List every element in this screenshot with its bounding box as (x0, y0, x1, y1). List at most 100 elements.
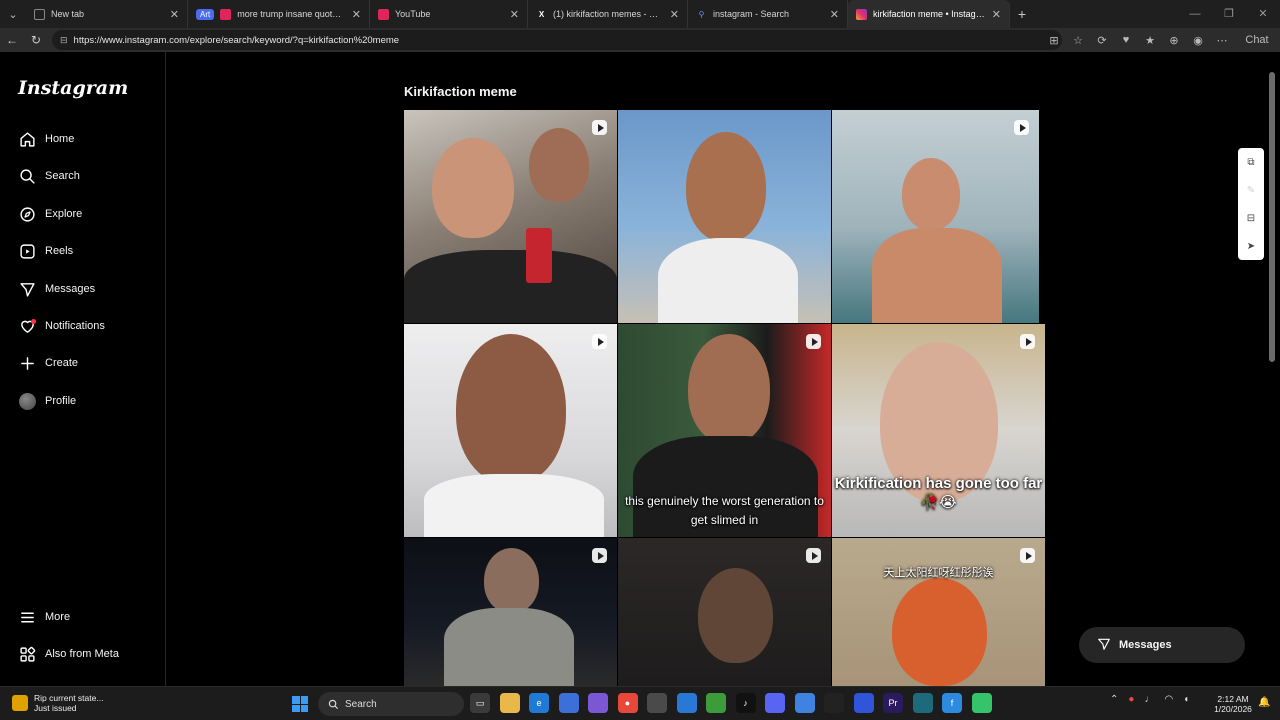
sidebar-item-label: Also from Meta (45, 648, 119, 660)
refresh-icon[interactable]: ↻ (24, 33, 48, 47)
copy-icon[interactable]: ⧉ (1247, 157, 1254, 168)
compass-icon (18, 205, 36, 223)
notes-icon[interactable] (647, 693, 667, 713)
url-field[interactable]: ⊟ https://www.instagram.com/explore/sear… (52, 30, 1062, 50)
sidebar-item-reels[interactable]: Reels (18, 239, 73, 263)
volume-icon[interactable]: ◖ (1183, 694, 1189, 705)
split-screen-icon[interactable]: ⊞ (1042, 34, 1066, 47)
post-tile[interactable] (832, 110, 1039, 323)
browser-essentials-icon[interactable]: ♥ (1114, 34, 1138, 46)
minecraft-icon[interactable] (706, 693, 726, 713)
app-icon[interactable] (971, 693, 992, 713)
sidebar-item-messages[interactable]: Messages (18, 277, 95, 301)
tab-youtube[interactable]: YouTube ✕ (370, 0, 528, 28)
close-tab-icon[interactable]: ✕ (510, 8, 519, 21)
copilot-chat-button[interactable]: Chat (1234, 34, 1280, 46)
tab-instagram-search[interactable]: ⚲ instagram - Search ✕ (688, 0, 848, 28)
sidebar-item-profile[interactable]: Profile (18, 389, 76, 413)
person-figure (432, 138, 514, 238)
tab-x-search[interactable]: X (1) kirkifaction memes - Search / X ✕ (528, 0, 688, 28)
sidebar-item-home[interactable]: Home (18, 127, 74, 151)
post-tile[interactable]: this genuinely the worst generation to g… (618, 324, 831, 537)
extensions-icon[interactable]: ⟳ (1090, 34, 1114, 47)
post-tile[interactable] (618, 110, 831, 323)
notification-bell-icon[interactable]: 🔔 (1258, 697, 1270, 708)
tab-new-tab[interactable]: New tab ✕ (26, 0, 188, 28)
microphone-icon[interactable]: ♩ (1144, 694, 1154, 705)
apps-grid-icon (18, 645, 36, 663)
start-button[interactable] (292, 696, 308, 712)
system-clock[interactable]: 2:12 AM 1/20/2026 (1212, 694, 1254, 714)
close-tab-icon[interactable]: ✕ (170, 8, 179, 21)
favorites-icon[interactable]: ★ (1138, 34, 1162, 47)
app-icon[interactable] (794, 693, 815, 713)
send-icon[interactable]: ➤ (1247, 241, 1255, 252)
sidebar-item-notifications[interactable]: Notifications (18, 314, 105, 338)
close-window-icon[interactable]: ✕ (1246, 0, 1280, 28)
close-tab-icon[interactable]: ✕ (830, 8, 839, 21)
close-tab-icon[interactable]: ✕ (670, 8, 679, 21)
messages-pill-button[interactable]: Messages (1079, 627, 1245, 663)
restore-icon[interactable]: ❐ (1212, 0, 1246, 28)
sidebar-item-also-from-meta[interactable]: Also from Meta (18, 642, 119, 666)
scrollbar-thumb[interactable] (1269, 72, 1275, 362)
avatar (18, 392, 36, 410)
post-tile[interactable] (618, 538, 831, 686)
instagram-logo[interactable]: Instagram (18, 77, 128, 99)
page-scrollbar[interactable] (1268, 56, 1276, 684)
taskbar-search[interactable]: Search (318, 692, 464, 716)
profile-avatar-icon[interactable]: ◉ (1186, 34, 1210, 47)
post-tile[interactable] (404, 538, 617, 686)
new-tab-button[interactable]: + (1010, 6, 1034, 22)
more-options-icon[interactable]: ⋯ (1210, 34, 1234, 47)
post-tile[interactable]: 天上太阳红呀红彤彤诶 (832, 538, 1045, 686)
chrome-icon[interactable]: ● (617, 693, 638, 713)
sidebar-item-create[interactable]: Create (18, 351, 78, 375)
app-icon[interactable]: f (942, 693, 962, 713)
wifi-icon[interactable]: ◠ (1164, 694, 1173, 705)
person-figure (456, 334, 566, 484)
premiere-icon[interactable]: Pr (883, 693, 903, 713)
tab-trump-quotes[interactable]: Art more trump insane quotes out of ✕ (188, 0, 370, 28)
chevron-up-icon[interactable]: ⌃ (1110, 694, 1118, 705)
person-figure (688, 334, 770, 444)
post-tile[interactable]: Kirkification has gone too far 🥀😭 (832, 324, 1045, 537)
search-icon: ⚲ (698, 9, 705, 19)
store-icon[interactable] (558, 693, 579, 713)
minimize-icon[interactable]: — (1178, 0, 1212, 28)
hamburger-menu-icon (18, 608, 36, 626)
messages-icon (1097, 637, 1111, 654)
tiktok-icon[interactable]: ♪ (735, 693, 756, 713)
close-tab-icon[interactable]: ✕ (992, 8, 1001, 21)
file-explorer-icon[interactable] (499, 693, 520, 713)
app-icon[interactable] (912, 693, 933, 713)
capcut-icon[interactable] (824, 693, 844, 713)
copilot-icon[interactable] (588, 693, 608, 713)
site-info-icon[interactable]: ⊟ (60, 35, 68, 46)
sidebar-item-more[interactable]: More (18, 605, 70, 629)
plus-icon (18, 354, 36, 372)
sidebar-item-explore[interactable]: Explore (18, 202, 82, 226)
edit-icon[interactable]: ✎ (1247, 185, 1255, 196)
weather-news-widget[interactable]: Rip current state... Just issued (12, 693, 103, 713)
tray-app-icon[interactable]: ● (1128, 694, 1134, 705)
translate-icon[interactable]: ⊟ (1247, 213, 1255, 224)
reel-icon (592, 120, 607, 135)
close-tab-icon[interactable]: ✕ (352, 8, 361, 21)
collections-icon[interactable]: ⊕ (1162, 34, 1186, 47)
back-icon[interactable]: ← (0, 33, 24, 47)
post-tile[interactable] (404, 110, 617, 323)
sidebar-item-label: Home (45, 133, 75, 145)
post-tile[interactable] (404, 324, 617, 537)
mail-icon[interactable] (676, 693, 697, 713)
app-icon[interactable] (853, 693, 874, 713)
favorite-star-icon[interactable]: ☆ (1066, 34, 1090, 47)
heart-icon (18, 317, 36, 335)
task-view-icon[interactable]: ▭ (470, 693, 490, 713)
tab-actions-menu-icon[interactable]: ⌄ (0, 0, 26, 28)
sidebar-item-search[interactable]: Search (18, 164, 80, 188)
edge-icon[interactable]: e (529, 693, 549, 713)
tab-instagram-active[interactable]: kirkifaction meme • Instagram ✕ (848, 0, 1010, 28)
tab-group-label[interactable]: Art (196, 8, 215, 20)
discord-icon[interactable] (765, 693, 785, 713)
